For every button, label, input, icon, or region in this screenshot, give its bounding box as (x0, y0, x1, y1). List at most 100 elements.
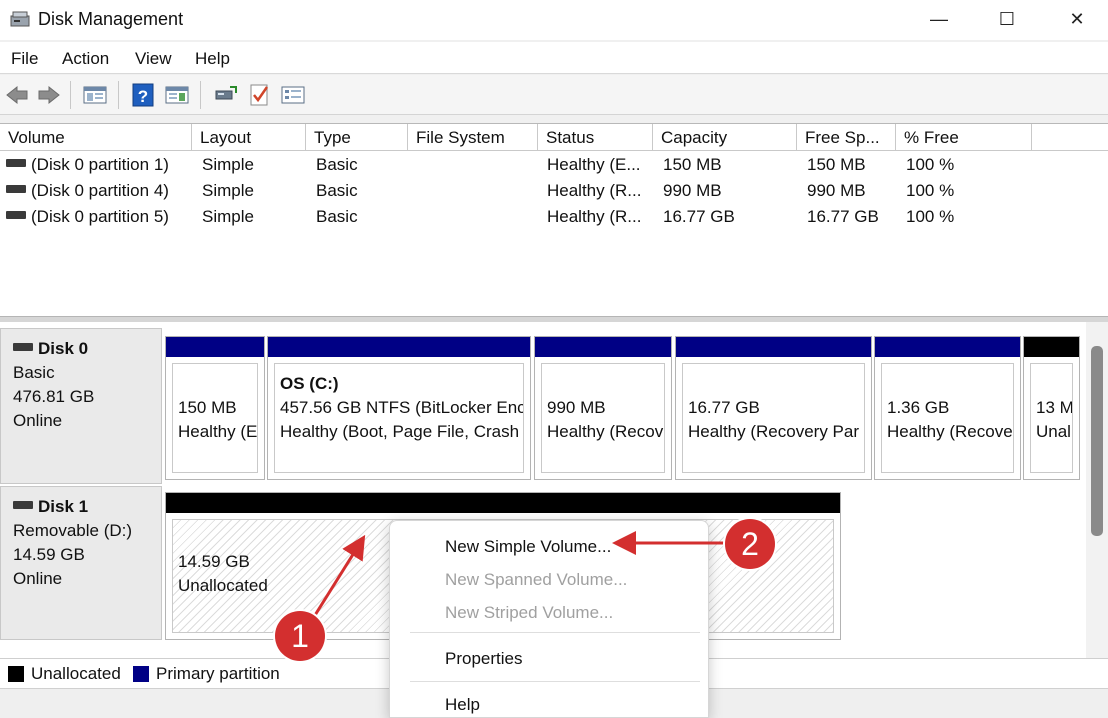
connect-icon[interactable] (212, 81, 238, 109)
free-space-cell: 16.77 GB (807, 207, 879, 226)
disk-0-kind: Basic (13, 363, 55, 382)
properties-icon[interactable] (164, 81, 190, 109)
disk-1-kind: Removable (D:) (13, 521, 133, 540)
disk-0-size: 476.81 GB (13, 387, 95, 406)
disk-0-partition-3[interactable]: 990 MB Healthy (Recov (534, 336, 672, 480)
type-cell: Basic (316, 155, 358, 174)
toolbar-separator (70, 81, 71, 109)
partition-bar (875, 337, 1020, 357)
capacity-cell: 16.77 GB (663, 207, 735, 226)
annotation-badge-2: 2 (725, 519, 775, 569)
toolbar: ? (0, 75, 1108, 115)
disk-0-partition-1[interactable]: 150 MB Healthy (E (165, 336, 265, 480)
capacity-cell: 150 MB (663, 155, 722, 174)
forward-arrow-icon[interactable] (36, 81, 62, 109)
legend-label-primary: Primary partition (156, 664, 280, 683)
volume-disk-icon (6, 211, 26, 219)
menu-separator (410, 632, 700, 633)
partition-info: 990 MB Healthy (Recov (541, 363, 665, 473)
col-header-status[interactable]: Status (538, 124, 653, 151)
check-icon[interactable] (246, 81, 272, 109)
status-cell: Healthy (E... (547, 155, 641, 174)
status-cell: Healthy (R... (547, 181, 642, 200)
disk-0-partition-4[interactable]: 16.77 GB Healthy (Recovery Par (675, 336, 872, 480)
partition-bar (676, 337, 871, 357)
partition-bar (535, 337, 671, 357)
status-cell: Healthy (R... (547, 207, 642, 226)
menu-item-properties[interactable]: Properties (445, 649, 522, 669)
disk-1-title: Disk 1 (13, 495, 161, 519)
maximize-button[interactable]: ☐ (972, 0, 1042, 38)
back-arrow-icon[interactable] (4, 81, 30, 109)
minimize-button[interactable]: — (904, 0, 974, 38)
volume-disk-icon (6, 159, 26, 167)
menu-item-new-striped-volume[interactable]: New Striped Volume... (445, 603, 613, 623)
disk-0-label[interactable]: Disk 0 Basic 476.81 GB Online (0, 328, 162, 484)
partition-info: 150 MB Healthy (E (172, 363, 258, 473)
volume-disk-icon (6, 185, 26, 193)
type-cell: Basic (316, 207, 358, 226)
disk-management-app-icon (10, 11, 30, 27)
layout-cell: Simple (202, 181, 254, 200)
legend-label-unallocated: Unallocated (31, 664, 121, 683)
col-header-percent-free[interactable]: % Free (896, 124, 1032, 151)
col-header-file-system[interactable]: File System (408, 124, 538, 151)
col-header-filler (1032, 124, 1108, 151)
partition-bar (166, 493, 840, 513)
toolbar-separator (200, 81, 201, 109)
window-title: Disk Management (38, 9, 184, 29)
svg-text:?: ? (138, 87, 148, 106)
toolbar-separator (118, 81, 119, 109)
free-space-cell: 990 MB (807, 181, 866, 200)
volume-list: Volume Layout Type File System Status Ca… (0, 123, 1108, 316)
annotation-badge-1: 1 (275, 611, 325, 661)
partition-info: 1.36 GB Healthy (Recove (881, 363, 1014, 473)
legend-swatch-primary (133, 666, 149, 682)
disk-icon (13, 501, 33, 509)
volume-cell: (Disk 0 partition 4) (6, 181, 169, 201)
menu-item-new-simple-volume[interactable]: New Simple Volume... (445, 537, 611, 557)
menu-help[interactable]: Help (195, 49, 230, 69)
table-row[interactable]: (Disk 0 partition 1) Simple Basic Health… (0, 153, 1108, 178)
partition-bar (268, 337, 530, 357)
vertical-scrollbar[interactable] (1086, 322, 1108, 658)
legend-swatch-unallocated (8, 666, 24, 682)
type-cell: Basic (316, 181, 358, 200)
disk-0-state: Online (13, 411, 63, 430)
col-header-layout[interactable]: Layout (192, 124, 306, 151)
col-header-free-space[interactable]: Free Sp... (797, 124, 896, 151)
partition-info: 16.77 GB Healthy (Recovery Par (682, 363, 865, 473)
disk-1-label[interactable]: Disk 1 Removable (D:) 14.59 GB Online (0, 486, 162, 640)
disk-0-partition-5[interactable]: 1.36 GB Healthy (Recove (874, 336, 1021, 480)
menu-view[interactable]: View (135, 49, 172, 69)
title-bar: Disk Management — ☐ ✕ (0, 0, 1108, 40)
partition-bar (166, 337, 264, 357)
table-row[interactable]: (Disk 0 partition 4) Simple Basic Health… (0, 179, 1108, 204)
col-header-type[interactable]: Type (306, 124, 408, 151)
menu-action[interactable]: Action (62, 49, 109, 69)
menu-item-new-spanned-volume[interactable]: New Spanned Volume... (445, 570, 627, 590)
percent-free-cell: 100 % (906, 155, 955, 174)
volume-cell: (Disk 0 partition 5) (6, 207, 169, 227)
close-button[interactable]: ✕ (1042, 0, 1108, 38)
partition-info: 13 M Unal (1030, 363, 1073, 473)
menu-bar: File Action View Help (0, 42, 1108, 74)
partition-info: OS (C:) 457.56 GB NTFS (BitLocker Enc Hea… (274, 363, 524, 473)
disk-0-partition-os-c[interactable]: OS (C:) 457.56 GB NTFS (BitLocker Enc Hea… (267, 336, 531, 480)
help-icon[interactable]: ? (130, 81, 156, 109)
percent-free-cell: 100 % (906, 181, 955, 200)
table-row[interactable]: (Disk 0 partition 5) Simple Basic Health… (0, 205, 1108, 230)
col-header-volume[interactable]: Volume (0, 124, 192, 151)
scrollbar-thumb[interactable] (1091, 346, 1103, 536)
percent-free-cell: 100 % (906, 207, 955, 226)
col-header-capacity[interactable]: Capacity (653, 124, 797, 151)
disk-icon (13, 343, 33, 351)
free-space-cell: 150 MB (807, 155, 866, 174)
menu-separator (410, 681, 700, 682)
settings-icon[interactable] (280, 81, 306, 109)
partition-bar (1024, 337, 1079, 357)
console-tree-icon[interactable] (82, 81, 108, 109)
disk-0-unallocated[interactable]: 13 M Unal (1023, 336, 1080, 480)
menu-item-help[interactable]: Help (445, 695, 480, 715)
menu-file[interactable]: File (11, 49, 38, 69)
